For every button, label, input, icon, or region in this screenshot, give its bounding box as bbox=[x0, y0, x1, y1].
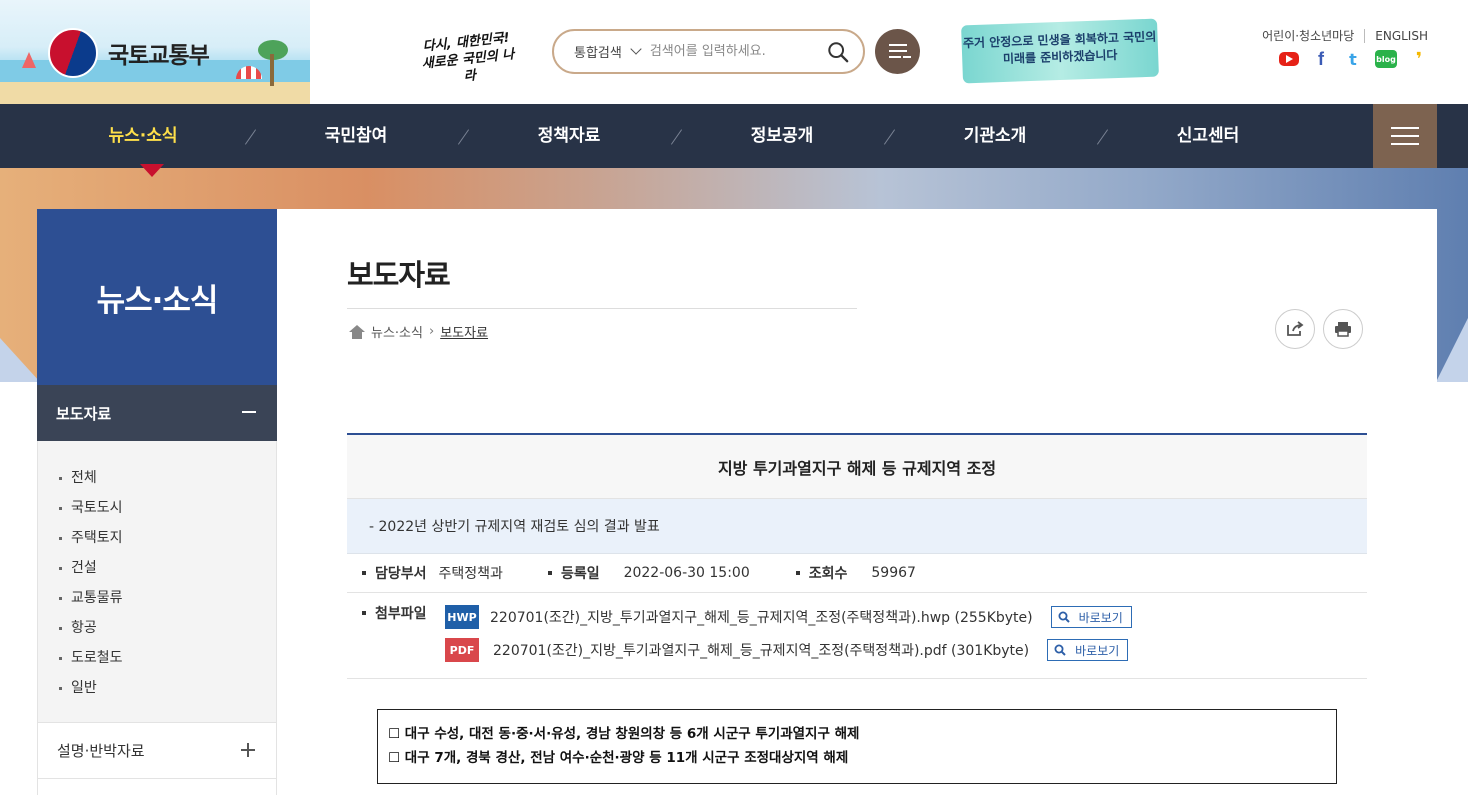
main-nav: 뉴스·소식 국민참여 정책자료 정보공개 기관소개 신고센터 bbox=[0, 104, 1468, 168]
date-label: 등록일 bbox=[533, 563, 600, 583]
search-type-select[interactable]: 통합검색 bbox=[574, 42, 642, 61]
sidebar-section-press[interactable]: 보도자료 bbox=[37, 385, 277, 441]
sidebar-item-aviation[interactable]: 항공 bbox=[38, 613, 276, 643]
breadcrumb-separator-icon: › bbox=[428, 324, 435, 339]
blog-icon[interactable]: blog bbox=[1375, 50, 1397, 68]
slogan-left: 다시, 대한민국! 새로운 국민의 나라 bbox=[421, 30, 515, 85]
nav-item-info[interactable]: 정보공개 bbox=[727, 104, 837, 168]
collapse-icon bbox=[242, 411, 256, 413]
sidebar-item-general[interactable]: 일반 bbox=[38, 673, 276, 703]
article-summary-box: ☐ 대구 수성, 대전 동·중·서·유성, 경남 창원의창 등 6개 시군구 투… bbox=[377, 709, 1337, 784]
search-icon bbox=[1058, 611, 1070, 623]
sidebar-section-rebuttal[interactable]: 설명·반박자료 bbox=[37, 722, 277, 779]
twitter-icon[interactable]: t bbox=[1343, 50, 1363, 69]
dept-label: 담당부서 bbox=[347, 563, 427, 583]
page-title: 보도자료 bbox=[347, 258, 451, 292]
print-icon bbox=[1335, 322, 1351, 337]
facebook-icon[interactable]: f bbox=[1311, 49, 1331, 69]
sidebar-section2-label: 설명·반박자료 bbox=[57, 742, 145, 760]
site-logo[interactable]: 국토교통부 bbox=[48, 28, 210, 78]
article-subtitle: - 2022년 상반기 규제지역 재검토 심의 결과 발표 bbox=[347, 499, 1367, 554]
views-label: 조회수 bbox=[781, 563, 847, 583]
dept-value: 주택정책과 bbox=[438, 566, 503, 582]
attachments: 첨부파일 HWP 220701(조간)_지방_투기과열지구_해제_등_규제지역_… bbox=[347, 593, 1367, 679]
sidebar-item-construction[interactable]: 건설 bbox=[38, 553, 276, 583]
sns-links: f t blog ❜ bbox=[1279, 49, 1429, 70]
kakao-story-icon[interactable]: ❜ bbox=[1409, 49, 1429, 70]
sidebar-item-logistics[interactable]: 교통물류 bbox=[38, 583, 276, 613]
slogan-right: 주거 안정으로 민생을 회복하고 국민의 미래를 준비하겠습니다 bbox=[961, 18, 1159, 84]
search-type-label: 통합검색 bbox=[574, 46, 622, 61]
print-button[interactable] bbox=[1323, 309, 1363, 349]
english-link[interactable]: ENGLISH bbox=[1375, 29, 1428, 43]
nav-item-participation[interactable]: 국민참여 bbox=[301, 104, 411, 168]
attach-label: 첨부파일 bbox=[347, 603, 427, 623]
breadcrumb: 뉴스·소식 › 보도자료 bbox=[349, 322, 488, 341]
all-menu-button[interactable] bbox=[1373, 104, 1437, 168]
sidebar-item-urban[interactable]: 국토도시 bbox=[38, 493, 276, 523]
preview-label: 바로보기 bbox=[1078, 610, 1123, 625]
summary-line: ☐ 대구 7개, 경북 경산, 전남 여수·순천·광양 등 11개 시군구 조정… bbox=[388, 750, 849, 766]
breadcrumb-item-current[interactable]: 보도자료 bbox=[440, 322, 488, 341]
preview-button[interactable]: 바로보기 bbox=[1050, 606, 1132, 628]
attachment-link[interactable]: 220701(조간)_지방_투기과열지구_해제_등_규제지역_조정(주택정책과)… bbox=[493, 640, 1029, 660]
sidebar-submenu: 전체 국토도시 주택토지 건설 교통물류 항공 도로철도 일반 bbox=[37, 441, 277, 722]
search-icon[interactable] bbox=[827, 41, 849, 63]
preview-label: 바로보기 bbox=[1075, 643, 1120, 658]
site-header: 국토교통부 다시, 대한민국! 새로운 국민의 나라 통합검색 주거 안정으로 … bbox=[0, 0, 1468, 104]
pdf-file-icon: PDF bbox=[445, 638, 479, 662]
nav-item-policy[interactable]: 정책자료 bbox=[514, 104, 624, 168]
breadcrumb-item-news[interactable]: 뉴스·소식 bbox=[371, 322, 423, 341]
quick-menu-button[interactable] bbox=[875, 29, 920, 74]
article-meta: 담당부서 주택정책과 등록일 2022-06-30 15:00 조회수 5996… bbox=[347, 554, 1367, 593]
sidebar-item-all[interactable]: 전체 bbox=[38, 463, 276, 493]
nav-item-about[interactable]: 기관소개 bbox=[940, 104, 1050, 168]
government-emblem-icon bbox=[48, 28, 98, 78]
sidebar-next-item bbox=[37, 779, 277, 795]
kids-link[interactable]: 어린이·청소년마당 bbox=[1262, 27, 1354, 44]
article-title: 지방 투기과열지구 해제 등 규제지역 조정 bbox=[347, 433, 1367, 499]
sidebar-section-label: 보도자료 bbox=[56, 404, 112, 423]
logo-text: 국토교통부 bbox=[108, 43, 210, 69]
views-value: 59967 bbox=[871, 565, 916, 581]
sidebar-heading: 뉴스·소식 bbox=[37, 209, 310, 385]
nav-item-report[interactable]: 신고센터 bbox=[1153, 104, 1263, 168]
attachment-link[interactable]: 220701(조간)_지방_투기과열지구_해제_등_규제지역_조정(주택정책과)… bbox=[490, 607, 1033, 627]
attachment-row: PDF 220701(조간)_지방_투기과열지구_해제_등_규제지역_조정(주택… bbox=[445, 638, 1129, 662]
sidebar-item-roads-rail[interactable]: 도로철도 bbox=[38, 643, 276, 673]
home-icon[interactable] bbox=[349, 324, 365, 339]
share-button[interactable] bbox=[1275, 309, 1315, 349]
sidebar-item-housing[interactable]: 주택토지 bbox=[38, 523, 276, 553]
chevron-down-icon bbox=[630, 43, 642, 55]
hwp-file-icon: HWP bbox=[445, 605, 479, 629]
summary-line: ☐ 대구 수성, 대전 동·중·서·유성, 경남 창원의창 등 6개 시군구 투… bbox=[388, 726, 860, 742]
search-bar: 통합검색 bbox=[552, 29, 865, 74]
active-nav-pointer bbox=[140, 164, 164, 177]
nav-item-news[interactable]: 뉴스·소식 bbox=[88, 104, 198, 168]
top-links: 어린이·청소년마당 ENGLISH bbox=[1262, 27, 1428, 44]
youtube-icon[interactable] bbox=[1279, 52, 1299, 66]
search-icon bbox=[1054, 644, 1066, 656]
preview-button[interactable]: 바로보기 bbox=[1047, 639, 1129, 661]
title-divider bbox=[347, 308, 857, 309]
attachment-row: HWP 220701(조간)_지방_투기과열지구_해제_등_규제지역_조정(주택… bbox=[445, 605, 1132, 629]
date-value: 2022-06-30 15:00 bbox=[623, 565, 750, 581]
share-icon bbox=[1287, 321, 1304, 336]
search-input[interactable] bbox=[649, 44, 810, 59]
article: 지방 투기과열지구 해제 등 규제지역 조정 - 2022년 상반기 규제지역 … bbox=[347, 433, 1367, 679]
